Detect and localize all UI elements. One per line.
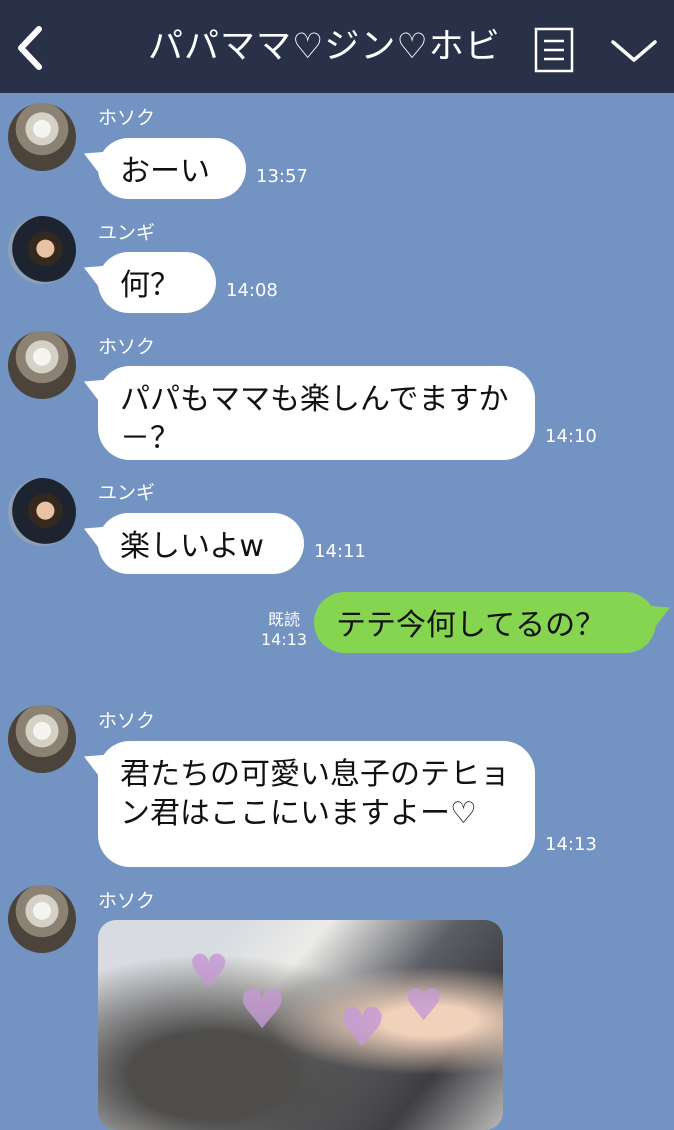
sender-name: ユンギ (98, 222, 156, 244)
heart-sticker-icon: ♥ (338, 996, 387, 1059)
sender-name: ユンギ (98, 482, 156, 504)
read-label: 既読 (267, 610, 300, 629)
chevron-left-icon[interactable] (8, 22, 52, 74)
message-time: 14:13 (545, 834, 597, 855)
avatar-hosoku[interactable] (8, 103, 76, 171)
read-receipt: 既読 14:13 (255, 610, 313, 650)
message-bubble[interactable]: 楽しいよw (98, 513, 304, 574)
avatar-hosoku[interactable] (8, 705, 76, 773)
heart-sticker-icon: ♥ (188, 944, 230, 998)
own-message-bubble[interactable]: テテ今何してるの？ (314, 592, 656, 653)
heart-sticker-icon: ♥ (238, 978, 287, 1041)
message-time: 14:11 (314, 541, 366, 562)
sender-name: ホソク (98, 710, 156, 732)
message-bubble[interactable]: 何？ (98, 252, 216, 313)
message-time: 14:08 (226, 280, 278, 301)
sender-name: ホソク (98, 890, 156, 912)
photo-image-icon[interactable]: ♥ ♥ ♥ ♥ (98, 920, 503, 1130)
message-bubble[interactable]: おーい (98, 138, 246, 199)
avatar-yungi[interactable] (8, 478, 76, 546)
message-time: 14:10 (545, 426, 597, 447)
message-bubble[interactable]: 君たちの可愛い息子のテヒョン君はここにいますよー♡ (98, 741, 535, 867)
avatar-hosoku[interactable] (8, 331, 76, 399)
sender-name: ホソク (98, 336, 156, 358)
list-menu-icon[interactable] (534, 27, 574, 73)
chevron-down-icon[interactable] (608, 30, 660, 70)
avatar-yungi[interactable] (8, 216, 76, 284)
avatar-hosoku[interactable] (8, 885, 76, 953)
message-bubble[interactable]: パパもママも楽しんでますか－？ (98, 366, 535, 460)
sender-name: ホソク (98, 107, 156, 129)
heart-sticker-icon: ♥ (404, 980, 444, 1031)
message-time: 14:13 (260, 630, 308, 649)
chat-header: パパママ♡ジン♡ホビ (0, 0, 674, 93)
message-time: 13:57 (256, 166, 308, 187)
chat-title: パパママ♡ジン♡ホビ (148, 27, 501, 67)
